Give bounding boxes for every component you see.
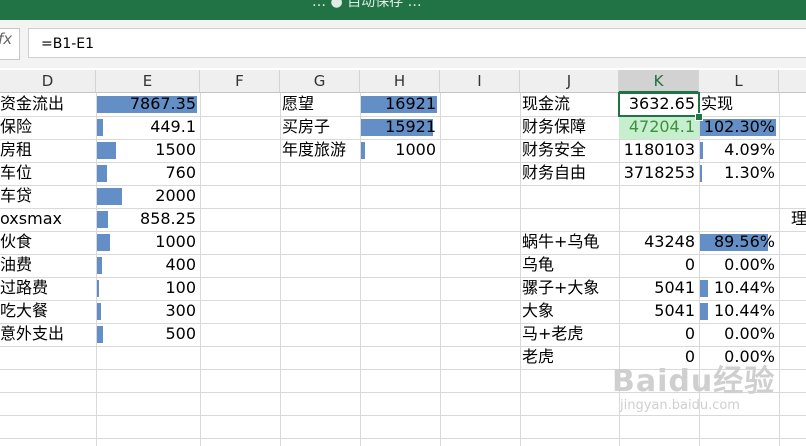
cell-d5[interactable]: 车贷 [0,185,96,207]
cell-e5[interactable]: 2000 [96,185,200,207]
fill-handle[interactable] [695,113,703,121]
watermark-logo: Baidu经验 [612,364,776,399]
watermark-url: jingyan.baidu.com [620,398,740,413]
gridline-horizontal [0,415,806,416]
cell-g1[interactable]: 愿望 [280,93,362,115]
column-header-e[interactable]: E [96,70,200,93]
cell-k3[interactable]: 1180103 [619,139,699,161]
column-header-l[interactable]: L [699,70,779,93]
cell-d3[interactable]: 房租 [0,139,96,161]
cell-e7[interactable]: 1000 [96,231,200,253]
cell-e10[interactable]: 300 [96,300,200,322]
cell-k4[interactable]: 3718253 [619,162,699,184]
cell-d6[interactable]: oxsmax [0,208,96,230]
cell-e6[interactable]: 858.25 [96,208,200,230]
cell-h3[interactable]: 1000 [360,139,440,161]
formula-bar: fx =B1-E1 [0,20,806,68]
cell-l8[interactable]: 0.00% [699,254,779,276]
cell-l3[interactable]: 4.09% [699,139,779,161]
cell-j12[interactable]: 老虎 [520,346,621,368]
cell-d10[interactable]: 吃大餐 [0,300,96,322]
cell-e8[interactable]: 400 [96,254,200,276]
cell-l10[interactable]: 10.44% [699,300,779,322]
cell-e11[interactable]: 500 [96,323,200,345]
cell-k7[interactable]: 43248 [619,231,699,253]
gridline-vertical [440,93,441,446]
window-title: … ● 自动保存 … [312,0,422,10]
selected-cell-border [618,92,700,117]
cell-l11[interactable]: 0.00% [699,323,779,345]
cell-l1[interactable]: 实现 [699,93,781,115]
cell-j8[interactable]: 乌龟 [520,254,621,276]
cell-e1[interactable]: 7867.35 [96,93,200,115]
column-header-f[interactable]: F [200,70,280,93]
cell-g3[interactable]: 年度旅游 [280,139,362,161]
column-header-h[interactable]: H [360,70,440,93]
column-header-i[interactable]: I [440,70,520,93]
cell-d1[interactable]: 资金流出 [0,93,96,115]
cell-j2[interactable]: 财务保障 [520,116,621,138]
cell-j7[interactable]: 蜗牛+乌龟 [520,231,621,253]
column-header-g[interactable]: G [280,70,360,93]
cell-j1[interactable]: 现金流 [520,93,621,115]
formula-input[interactable]: =B1-E1 [28,28,806,58]
cell-e3[interactable]: 1500 [96,139,200,161]
cell-d7[interactable]: 伙食 [0,231,96,253]
cell-l2[interactable]: 102.30% [699,116,779,138]
cell-d11[interactable]: 意外支出 [0,323,96,345]
cell-h1[interactable]: 16921 [360,93,440,115]
cell-l7[interactable]: 89.56% [699,231,779,253]
cell-m6[interactable]: 理 [789,208,806,230]
cell-k10[interactable]: 5041 [619,300,699,322]
cell-h2[interactable]: 15921 [360,116,440,138]
column-header-m[interactable] [779,70,806,93]
cell-e9[interactable]: 100 [96,277,200,299]
cell-k9[interactable]: 5041 [619,277,699,299]
cell-l9[interactable]: 10.44% [699,277,779,299]
cell-g2[interactable]: 买房子 [280,116,362,138]
cell-j10[interactable]: 大象 [520,300,621,322]
cell-e2[interactable]: 449.1 [96,116,200,138]
gridline-vertical [200,93,201,446]
title-bar: … ● 自动保存 … [0,0,806,20]
gridline-horizontal [0,438,806,439]
column-header-k[interactable]: K [619,70,699,93]
cell-j3[interactable]: 财务安全 [520,139,621,161]
column-header-j[interactable]: J [520,70,619,93]
cell-k8[interactable]: 0 [619,254,699,276]
column-header-d[interactable]: D [0,70,96,93]
cell-l4[interactable]: 1.30% [699,162,779,184]
cell-d4[interactable]: 车位 [0,162,96,184]
cell-e4[interactable]: 760 [96,162,200,184]
cell-j11[interactable]: 马+老虎 [520,323,621,345]
cell-k2[interactable]: 47204.1 [619,116,699,138]
baidu-watermark: Baidu经验 jingyan.baidu.com [612,356,802,413]
cell-d2[interactable]: 保险 [0,116,96,138]
cell-d9[interactable]: 过路费 [0,277,96,299]
fx-icon[interactable]: fx [0,30,12,48]
cell-d8[interactable]: 油费 [0,254,96,276]
cell-j9[interactable]: 骡子+大象 [520,277,621,299]
cell-k11[interactable]: 0 [619,323,699,345]
cell-j4[interactable]: 财务自由 [520,162,621,184]
